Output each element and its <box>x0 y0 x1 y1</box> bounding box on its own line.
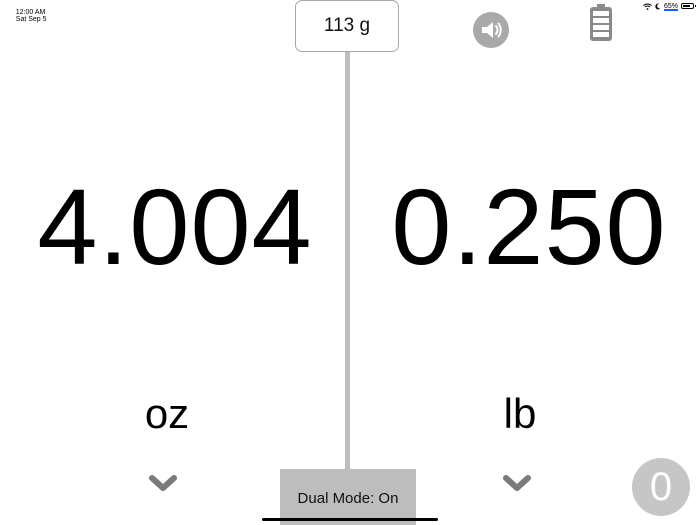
moon-icon <box>655 2 661 9</box>
zero-button[interactable]: 0 <box>632 458 690 516</box>
grams-display[interactable]: 113 g <box>295 0 399 52</box>
home-indicator <box>262 518 438 521</box>
status-bar-right: 65% <box>643 1 696 11</box>
left-weight-value: 4.004 <box>37 166 313 287</box>
status-time: 12:00 AM <box>15 9 46 16</box>
speaker-icon <box>482 22 502 38</box>
status-date: Sat Sep 5 <box>15 16 47 23</box>
wifi-icon <box>643 3 652 10</box>
right-weight-value: 0.250 <box>391 166 667 287</box>
dual-mode-button[interactable]: Dual Mode: On <box>280 469 416 525</box>
chevron-down-icon[interactable] <box>148 473 178 495</box>
center-divider <box>345 52 350 470</box>
battery-percent: 65% <box>663 2 678 10</box>
status-bar-left: 12:00 AM Sat Sep 5 <box>8 2 55 30</box>
zero-label: 0 <box>649 464 673 509</box>
sound-button[interactable] <box>473 12 509 48</box>
chevron-down-icon[interactable] <box>502 473 532 495</box>
scale-app-screen: 12:00 AM Sat Sep 5 65% 113 g 4.004 0.250… <box>0 0 700 525</box>
right-unit-label[interactable]: lb <box>480 390 560 438</box>
battery-icon <box>681 3 696 9</box>
left-unit-label[interactable]: oz <box>120 390 214 438</box>
dual-mode-label: Dual Mode: On <box>297 489 399 507</box>
battery-icon <box>590 4 612 41</box>
grams-value: 113 g <box>323 15 371 36</box>
